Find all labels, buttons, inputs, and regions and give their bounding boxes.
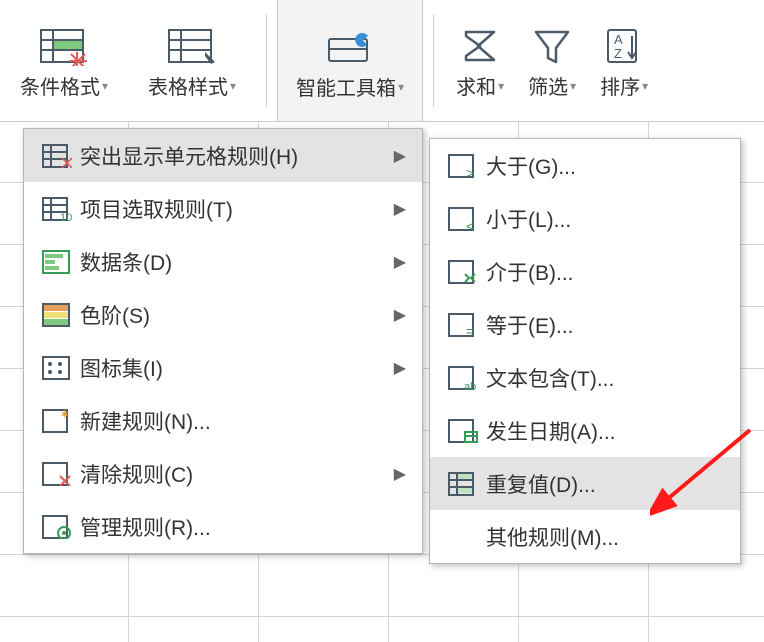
smart-toolbox-label: 智能工具箱 <box>296 72 396 101</box>
top-bottom-rules-label: 项目选取规则(T) <box>80 194 394 224</box>
manage-rules-icon <box>34 515 80 539</box>
svg-text:>: > <box>466 165 474 178</box>
funnel-icon <box>530 21 574 71</box>
smart-toolbox-button[interactable]: 智能工具箱 ▾ <box>277 0 423 121</box>
toolbox-icon <box>323 22 377 72</box>
new-rule-item[interactable]: ✶ 新建规则(N)... <box>24 394 422 447</box>
equal-to-icon: = <box>440 313 486 337</box>
color-scales-label: 色阶(S) <box>80 300 394 330</box>
highlight-rules-icon <box>34 144 80 168</box>
svg-text:A: A <box>614 32 623 47</box>
greater-than-item[interactable]: > 大于(G)... <box>430 139 740 192</box>
highlight-cell-rules-item[interactable]: 突出显示单元格规则(H) ▶ <box>24 129 422 182</box>
equal-to-label: 等于(E)... <box>486 310 730 340</box>
clear-rules-item[interactable]: 清除规则(C) ▶ <box>24 447 422 500</box>
clear-rules-icon <box>34 462 80 486</box>
less-than-icon: < <box>440 207 486 231</box>
between-item[interactable]: 介于(B)... <box>430 245 740 298</box>
highlight-cell-rules-label: 突出显示单元格规则(H) <box>80 141 394 171</box>
separator <box>433 14 434 107</box>
table-style-icon <box>165 21 219 71</box>
clear-rules-label: 清除规则(C) <box>80 459 394 489</box>
data-bars-item[interactable]: 数据条(D) ▶ <box>24 235 422 288</box>
submenu-arrow-icon: ▶ <box>394 305 412 325</box>
equal-to-item[interactable]: = 等于(E)... <box>430 298 740 351</box>
svg-text:Z: Z <box>614 46 622 61</box>
new-rule-icon: ✶ <box>34 409 80 433</box>
more-rules-label: 其他规则(M)... <box>486 522 730 552</box>
date-occurring-label: 发生日期(A)... <box>486 416 730 446</box>
duplicate-values-label: 重复值(D)... <box>486 469 730 499</box>
svg-text:10: 10 <box>60 212 72 221</box>
ribbon-toolbar: 条件格式 ▾ 表格样式 ▾ <box>0 0 764 122</box>
data-bars-icon <box>34 250 80 274</box>
conditional-formatting-button[interactable]: 条件格式 ▾ <box>2 6 126 115</box>
conditional-formatting-menu: 突出显示单元格规则(H) ▶ 10 项目选取规则(T) ▶ 数据条(D) ▶ 色… <box>23 128 423 554</box>
highlight-rules-submenu: > 大于(G)... < 小于(L)... 介于(B)... = 等于(E)..… <box>429 138 741 564</box>
sort-button[interactable]: A Z 排序 ▾ <box>590 6 658 115</box>
icon-sets-label: 图标集(I) <box>80 353 394 383</box>
icon-sets-item[interactable]: 图标集(I) ▶ <box>24 341 422 394</box>
submenu-arrow-icon: ▶ <box>394 358 412 378</box>
filter-label: 筛选 <box>528 71 568 100</box>
data-bars-label: 数据条(D) <box>80 247 394 277</box>
sum-label: 求和 <box>456 71 496 100</box>
sort-icon: A Z <box>602 21 646 71</box>
separator <box>266 14 267 107</box>
table-style-label: 表格样式 <box>148 71 228 100</box>
chevron-down-icon: ▾ <box>230 79 236 93</box>
svg-text:<: < <box>466 218 474 231</box>
sort-label: 排序 <box>600 71 640 100</box>
conditional-formatting-icon <box>37 21 91 71</box>
chevron-down-icon: ▾ <box>642 79 648 93</box>
less-than-label: 小于(L)... <box>486 204 730 234</box>
duplicate-values-icon <box>440 472 486 496</box>
text-contains-item[interactable]: ab 文本包含(T)... <box>430 351 740 404</box>
manage-rules-item[interactable]: 管理规则(R)... <box>24 500 422 553</box>
top-rules-icon: 10 <box>34 197 80 221</box>
more-rules-item[interactable]: 其他规则(M)... <box>430 510 740 563</box>
icon-sets-icon <box>34 356 80 380</box>
chevron-down-icon: ▾ <box>398 80 404 94</box>
color-scales-item[interactable]: 色阶(S) ▶ <box>24 288 422 341</box>
greater-than-icon: > <box>440 154 486 178</box>
sum-button[interactable]: 求和 ▾ <box>446 6 514 115</box>
less-than-item[interactable]: < 小于(L)... <box>430 192 740 245</box>
manage-rules-label: 管理规则(R)... <box>80 512 412 542</box>
filter-button[interactable]: 筛选 ▾ <box>518 6 586 115</box>
duplicate-values-item[interactable]: 重复值(D)... <box>430 457 740 510</box>
svg-text:ab: ab <box>464 381 476 390</box>
text-contains-icon: ab <box>440 366 486 390</box>
chevron-down-icon: ▾ <box>102 79 108 93</box>
new-rule-label: 新建规则(N)... <box>80 406 412 436</box>
table-style-button[interactable]: 表格样式 ▾ <box>130 6 254 115</box>
color-scales-icon <box>34 303 80 327</box>
between-icon <box>440 260 486 284</box>
svg-text:=: = <box>466 323 474 337</box>
svg-text:✶: ✶ <box>59 409 71 422</box>
greater-than-label: 大于(G)... <box>486 151 730 181</box>
chevron-down-icon: ▾ <box>570 79 576 93</box>
text-contains-label: 文本包含(T)... <box>486 363 730 393</box>
sigma-icon <box>458 21 502 71</box>
date-icon <box>440 419 486 443</box>
chevron-down-icon: ▾ <box>498 79 504 93</box>
top-bottom-rules-item[interactable]: 10 项目选取规则(T) ▶ <box>24 182 422 235</box>
conditional-formatting-label: 条件格式 <box>20 71 100 100</box>
submenu-arrow-icon: ▶ <box>394 252 412 272</box>
between-label: 介于(B)... <box>486 257 730 287</box>
submenu-arrow-icon: ▶ <box>394 199 412 219</box>
submenu-arrow-icon: ▶ <box>394 146 412 166</box>
date-occurring-item[interactable]: 发生日期(A)... <box>430 404 740 457</box>
submenu-arrow-icon: ▶ <box>394 464 412 484</box>
